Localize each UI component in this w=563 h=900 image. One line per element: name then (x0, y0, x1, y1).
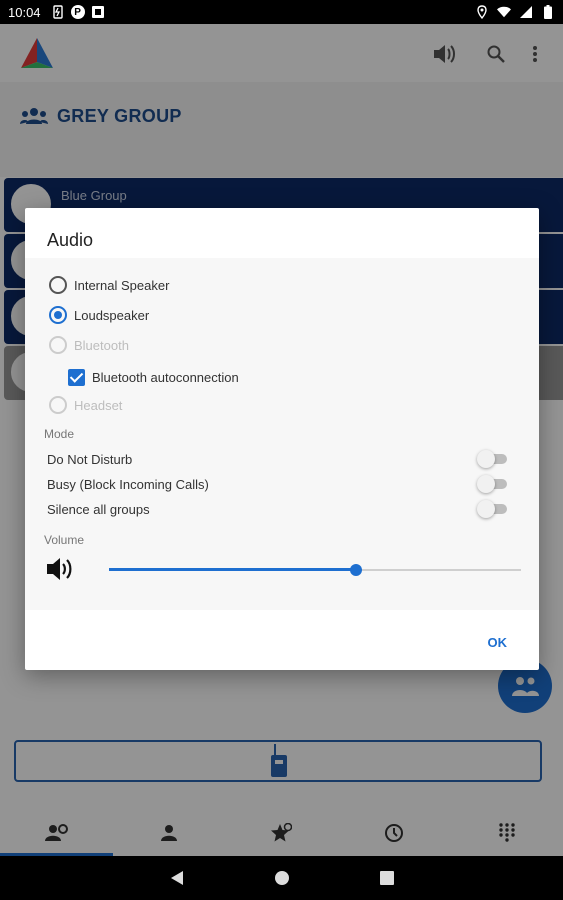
status-bar: 10:04 P (0, 0, 563, 24)
back-icon[interactable] (170, 870, 184, 886)
toggle-label: Busy (Block Incoming Calls) (47, 476, 209, 492)
option-label: Bluetooth (74, 337, 129, 353)
radio-headset (49, 396, 67, 414)
option-bluetooth: Bluetooth (49, 334, 129, 356)
status-time: 10:04 (8, 4, 41, 20)
bluetooth-autoconnection-checkbox[interactable] (68, 368, 85, 386)
bluetooth-autoconnection-label: Bluetooth autoconnection (92, 369, 239, 385)
app-screen: 10:04 P GREY GROUP Blue Group Audio Inte… (0, 0, 563, 900)
location-icon (475, 5, 489, 19)
home-icon[interactable] (274, 870, 290, 886)
signal-icon (519, 5, 533, 19)
volume-row (45, 556, 521, 584)
volume-section-label: Volume (44, 533, 85, 547)
do-not-disturb-toggle[interactable] (477, 450, 507, 468)
toggle-label: Do Not Disturb (47, 451, 133, 467)
option-label: Loudspeaker (74, 307, 150, 323)
option-loudspeaker[interactable]: Loudspeaker (49, 304, 149, 326)
battery-icon (541, 5, 555, 19)
option-internal-speaker[interactable]: Internal Speaker (49, 274, 169, 296)
radio-loudspeaker[interactable] (49, 306, 67, 324)
toggle-label: Silence all groups (47, 501, 150, 517)
mode-section-label: Mode (44, 427, 75, 441)
notification-square-icon (91, 5, 105, 19)
mode-busy[interactable]: Busy (Block Incoming Calls) (47, 474, 507, 494)
silence-all-groups-toggle[interactable] (477, 500, 507, 518)
volume-slider-fill (109, 568, 357, 571)
notification-p-icon: P (70, 5, 85, 19)
volume-slider-thumb[interactable] (350, 564, 363, 576)
ok-button[interactable]: OK (488, 635, 508, 650)
bluetooth-autoconnection-row[interactable]: Bluetooth autoconnection (68, 366, 239, 388)
option-headset: Headset (49, 394, 122, 416)
option-label: Headset (74, 397, 123, 413)
mode-silence-all-groups[interactable]: Silence all groups (47, 499, 507, 519)
system-navigation-bar (0, 856, 563, 900)
volume-speaker-icon (47, 558, 72, 580)
wifi-icon (497, 5, 511, 19)
busy-toggle[interactable] (477, 475, 507, 493)
radio-bluetooth (49, 336, 67, 354)
audio-dialog: Audio Internal Speaker Loudspeaker Bluet… (25, 208, 539, 670)
dialog-title: Audio (47, 230, 94, 250)
radio-internal-speaker[interactable] (49, 276, 67, 294)
volume-slider[interactable] (109, 564, 521, 576)
option-label: Internal Speaker (74, 277, 170, 293)
recents-icon[interactable] (379, 871, 394, 885)
notification-bolt-icon (51, 5, 65, 19)
mode-do-not-disturb[interactable]: Do Not Disturb (47, 449, 507, 469)
